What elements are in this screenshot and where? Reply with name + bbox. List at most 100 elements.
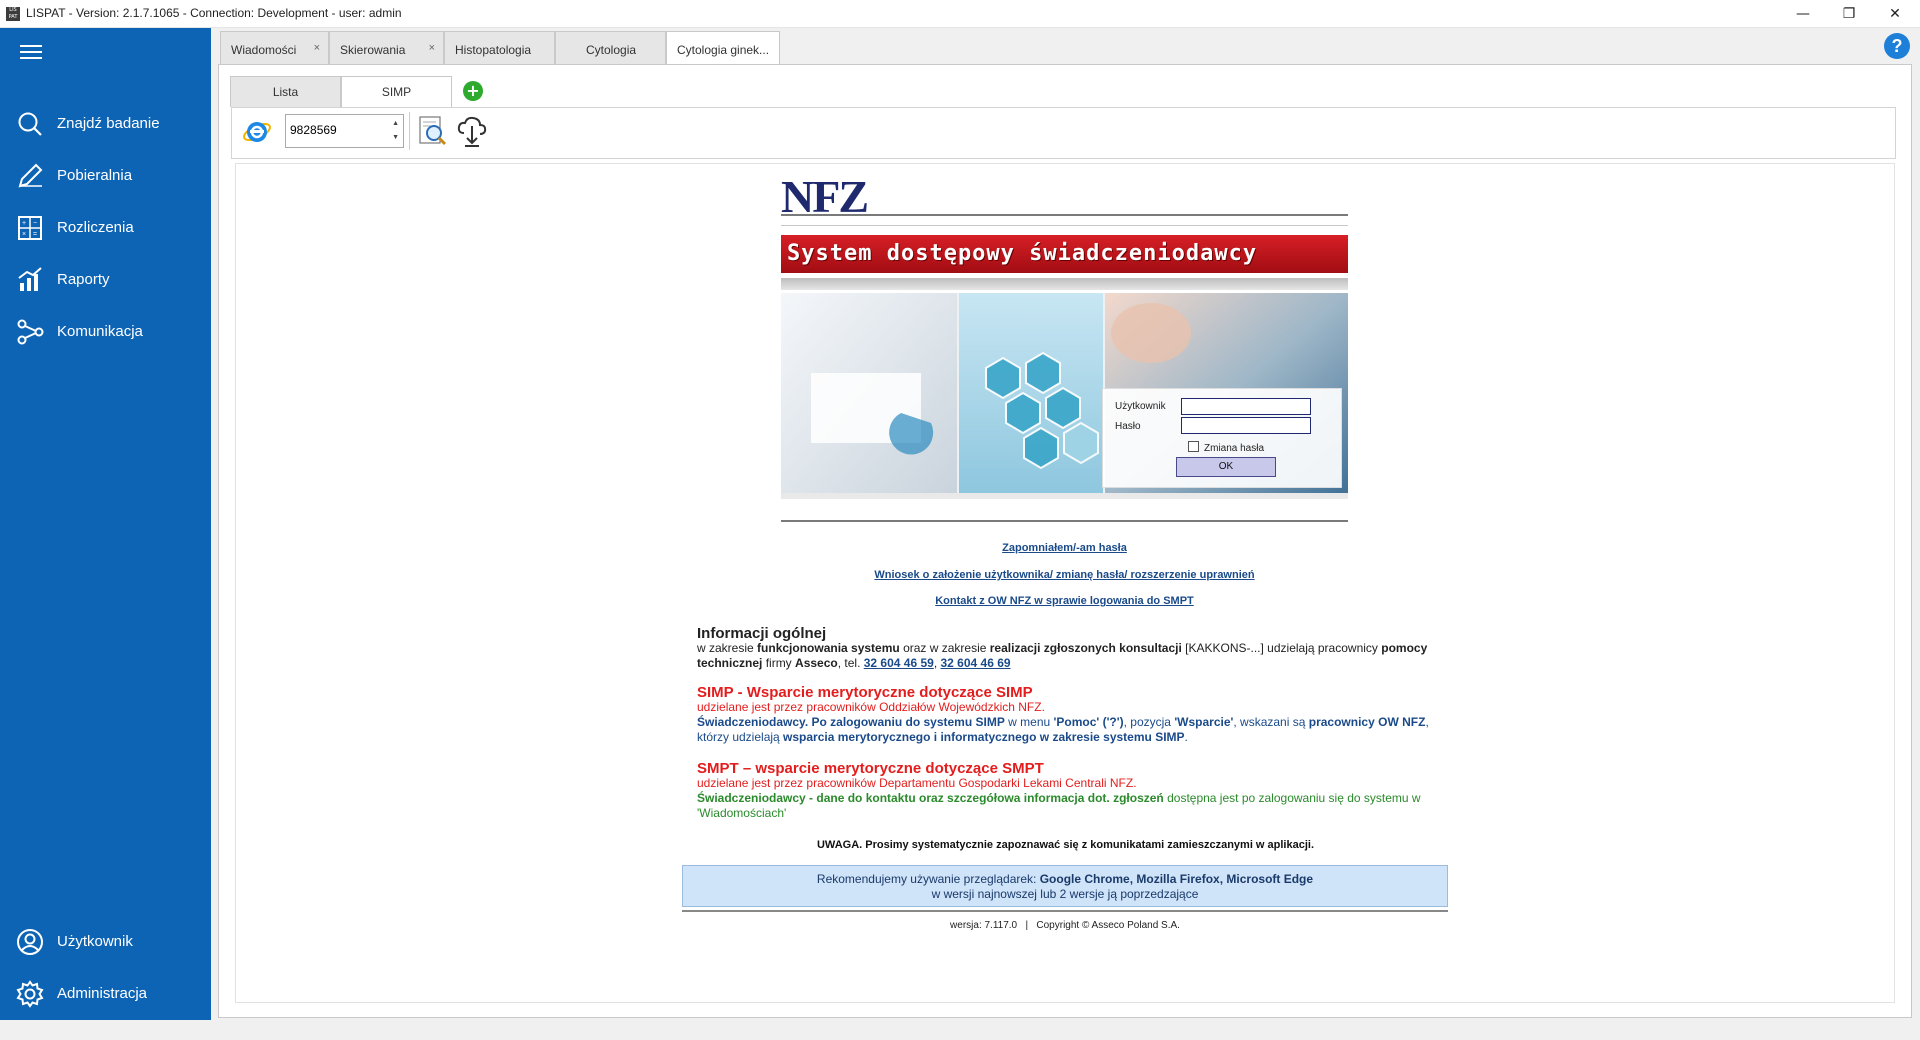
search-icon <box>18 112 42 136</box>
password-label: Hasło <box>1115 421 1141 432</box>
username-input[interactable] <box>1181 398 1311 415</box>
sidebar-item-administracja[interactable]: Administracja <box>0 970 211 1018</box>
sidebar-item-label: Komunikacja <box>57 323 143 340</box>
info-bold: pracownicy OW NFZ <box>1308 715 1426 729</box>
info-text: firmy <box>762 656 796 670</box>
change-password-label: Zmiana hasła <box>1204 443 1265 454</box>
sidebar-item-pobieralnia[interactable]: Pobieralnia <box>0 152 211 200</box>
phone-link[interactable]: 32 604 46 59 <box>864 656 934 670</box>
forgot-password-link[interactable]: Zapomniałem/-am hasła <box>781 542 1348 554</box>
sidebar-item-znajdz-badanie[interactable]: Znajdź badanie <box>0 100 211 148</box>
close-icon[interactable]: × <box>429 42 435 54</box>
minimize-icon[interactable]: — <box>1780 0 1826 28</box>
info-text: w menu <box>1004 715 1054 729</box>
sidebar-item-rozliczenia[interactable]: + − × = Rozliczenia <box>0 204 211 252</box>
tab-histopatologia[interactable]: Histopatologia <box>444 31 555 65</box>
toolbar-divider <box>409 112 410 150</box>
banner-title: System dostępowy świadczeniodawcy <box>787 241 1258 266</box>
svg-text:×: × <box>22 231 26 238</box>
close-icon[interactable]: × <box>314 42 320 54</box>
sidebar-item-komunikacja[interactable]: Komunikacja <box>0 308 211 356</box>
info-text: , wskazani są <box>1233 715 1309 729</box>
info-text: [KAKKONS-...] udzielają pracownicy <box>1181 641 1382 655</box>
browser-names: Google Chrome, Mozilla Firefox, Microsof… <box>1039 872 1314 886</box>
divider <box>781 214 1348 216</box>
tab-label: Histopatologia <box>455 43 532 57</box>
sidebar-item-label: Administracja <box>57 985 148 1002</box>
divider <box>781 225 1348 226</box>
share-icon <box>17 319 44 345</box>
title-bar: LIS PAT LISPAT - Version: 2.1.7.1065 - C… <box>0 0 1920 28</box>
ok-button[interactable]: OK <box>1176 457 1276 477</box>
help-icon[interactable]: ? <box>1884 33 1910 59</box>
tab-wiadomosci[interactable]: Wiadomości × <box>220 31 329 65</box>
version-footer: wersja: 7.117.0 | Copyright © Asseco Pol… <box>950 920 1180 931</box>
spin-down-icon[interactable]: ▼ <box>392 134 399 141</box>
info-bold: Świadczeniodawcy - dane do kontaktu oraz… <box>697 791 1164 805</box>
change-password-checkbox[interactable] <box>1188 441 1199 452</box>
pen-icon <box>18 163 43 188</box>
sidebar-item-label: Znajdź badanie <box>57 115 160 132</box>
sidebar-item-label: Rozliczenia <box>57 219 134 236</box>
info-smpt: SMPT – wsparcie merytoryczne dotyczące S… <box>697 761 1434 821</box>
info-bold: realizacji zgłoszonych konsultacji <box>989 641 1182 655</box>
info-bold: wsparcia merytorycznego i informatyczneg… <box>783 730 1185 744</box>
user-icon <box>17 929 43 955</box>
close-icon[interactable]: ✕ <box>1872 0 1918 28</box>
login-form: Użytkownik Hasło Zmiana hasła OK <box>1102 388 1342 488</box>
svg-text:=: = <box>33 231 37 238</box>
system-banner: System dostępowy świadczeniodawcy <box>781 235 1348 273</box>
tab-label: Skierowania <box>340 43 406 57</box>
subtab-lista[interactable]: Lista <box>230 76 341 107</box>
browser-icon[interactable] <box>241 114 273 148</box>
info-bold: 'Pomoc' ('?') <box>1053 715 1124 729</box>
info-text: w zakresie <box>697 641 758 655</box>
info-simp-line: udzielane jest przez pracowników Oddział… <box>697 700 1045 714</box>
id-input[interactable] <box>290 123 380 137</box>
banner-shadow <box>781 278 1348 290</box>
add-tab-icon[interactable]: + <box>463 81 483 101</box>
password-input[interactable] <box>1181 417 1311 434</box>
id-spinner[interactable]: ▲ ▼ <box>285 114 404 148</box>
sidebar-item-raporty[interactable]: Raporty <box>0 256 211 304</box>
sidebar-item-label: Raporty <box>57 271 110 288</box>
account-request-link[interactable]: Wniosek o założenie użytkownika/ zmianę … <box>781 569 1348 581</box>
subtab-simp[interactable]: SIMP <box>341 76 452 108</box>
spin-up-icon[interactable]: ▲ <box>392 120 399 127</box>
sidebar-item-uzytkownik[interactable]: Użytkownik <box>0 918 211 966</box>
tab-label: Cytologia ginek... <box>677 43 770 57</box>
info-smpt-line: udzielane jest przez pracowników Departa… <box>697 776 1137 790</box>
divider <box>781 520 1348 522</box>
contact-ow-nfz-link[interactable]: Kontakt z OW NFZ w sprawie logowania do … <box>781 595 1348 607</box>
info-bold: funkcjonowania systemu <box>757 641 900 655</box>
info-bold: 'Wsparcie' <box>1174 715 1234 729</box>
browser-recommendation: Rekomendujemy używanie przeglądarek: Goo… <box>682 865 1448 907</box>
tab-cytologia-ginek[interactable]: Cytologia ginek... <box>666 31 780 67</box>
search-document-icon[interactable] <box>418 114 448 148</box>
calculator-icon: + −× = <box>18 216 42 240</box>
tab-cytologia[interactable]: Cytologia <box>555 31 666 65</box>
info-simp: SIMP - Wsparcie merytoryczne dotyczące S… <box>697 685 1434 745</box>
restore-icon[interactable]: ❐ <box>1826 0 1872 28</box>
info-bold: Świadczeniodawcy. Po zalogowaniu do syst… <box>697 715 1005 729</box>
divider <box>682 910 1448 912</box>
browser-prefix: Rekomendujemy używanie przeglądarek: <box>816 872 1040 886</box>
info-general: Informacji ogólnej w zakresie funkcjonow… <box>697 626 1434 671</box>
tab-skierowania[interactable]: Skierowania × <box>329 31 444 65</box>
tab-label: Cytologia <box>586 43 637 57</box>
info-bold: Asseco <box>795 656 838 670</box>
info-smpt-heading: SMPT – wsparcie merytoryczne dotyczące S… <box>697 760 1044 777</box>
gear-icon <box>16 980 44 1008</box>
info-text: , <box>933 656 941 670</box>
cloud-download-icon[interactable] <box>456 113 488 149</box>
username-label: Użytkownik <box>1115 401 1166 412</box>
info-text: oraz w zakresie <box>899 641 990 655</box>
uwaga-notice: UWAGA. Prosimy systematycznie zapoznawać… <box>816 839 1315 851</box>
hamburger-icon[interactable] <box>20 44 42 60</box>
info-text: , pozycja <box>1123 715 1175 729</box>
browser-versions: w wersji najnowszej lub 2 wersje ją popr… <box>931 887 1199 901</box>
svg-text:−: − <box>33 220 37 227</box>
info-general-heading: Informacji ogólnej <box>697 625 827 642</box>
sidebar-item-label: Użytkownik <box>57 933 133 950</box>
phone-link[interactable]: 32 604 46 69 <box>941 656 1011 670</box>
